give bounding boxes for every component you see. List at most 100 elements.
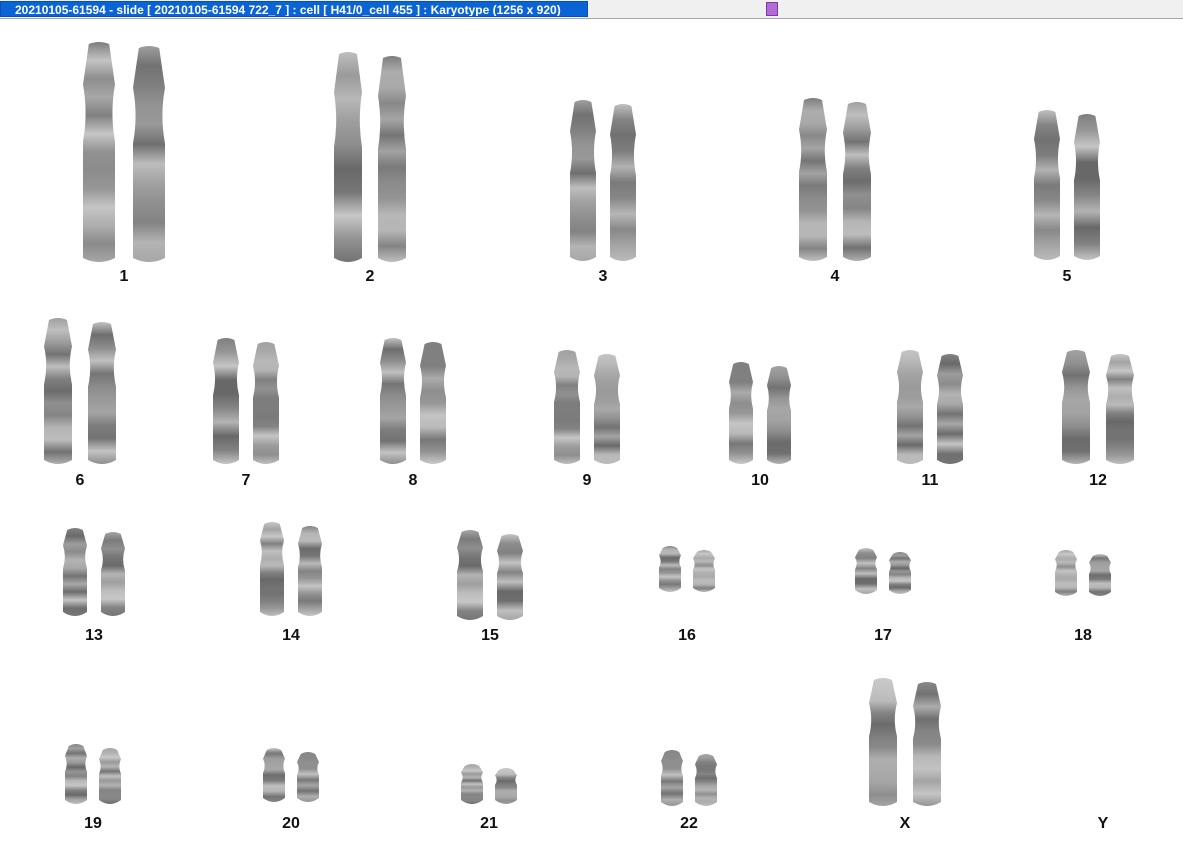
chromosome-16-a-body	[658, 546, 681, 592]
chromosome-10-a-body	[729, 362, 754, 464]
chromosome-6-a-body	[44, 318, 73, 464]
chromosome-14-b[interactable]	[297, 526, 323, 618]
chromosome-label-4: 4	[830, 268, 840, 285]
chromosome-10-b-body	[766, 366, 791, 464]
chromosome-11-b-body	[937, 354, 964, 464]
chromosome-4-a-body	[799, 98, 828, 261]
chromosome-label-22: 22	[680, 815, 698, 832]
chromosome-12-b[interactable]	[1105, 354, 1135, 466]
chromosome-16-a[interactable]	[658, 546, 682, 594]
chromosome-12-a-body	[1062, 350, 1091, 464]
chromosome-17-a[interactable]	[854, 548, 878, 596]
chromosome-8-b-body	[420, 342, 447, 464]
chromosome-18-a[interactable]	[1054, 550, 1078, 598]
chromosome-9-a[interactable]	[553, 350, 581, 466]
chromosome-13-a[interactable]	[62, 528, 88, 618]
chromosome-9-a-body	[553, 350, 580, 464]
chromosome-label-19: 19	[84, 815, 102, 832]
chromosome-6-b-body	[87, 322, 116, 464]
chromosome-13-b[interactable]	[100, 532, 126, 618]
chromosome-label-1: 1	[119, 268, 129, 285]
chromosome-label-6: 6	[75, 472, 85, 489]
chromosome-13-b-body	[100, 532, 125, 616]
chromosome-16-b[interactable]	[692, 550, 716, 594]
chromosome-label-12: 12	[1089, 472, 1107, 489]
window-titlebar[interactable]: 20210105-61594 - slide [ 20210105-61594 …	[0, 0, 1183, 19]
chromosome-22-b[interactable]	[694, 754, 718, 808]
chromosome-7-b-body	[253, 342, 280, 464]
chromosome-8-a[interactable]	[379, 338, 407, 466]
chromosome-label-11: 11	[921, 472, 939, 489]
chromosome-2-b[interactable]	[377, 56, 407, 264]
chromosome-label-15: 15	[481, 627, 499, 644]
chromosome-11-b[interactable]	[936, 354, 964, 466]
chromosome-1-b-body	[132, 46, 165, 262]
chromosome-label-16: 16	[678, 627, 696, 644]
chromosome-15-b-body	[497, 534, 524, 620]
chromosome-X-b-body	[912, 682, 941, 806]
chromosome-22-a[interactable]	[660, 750, 684, 808]
chromosome-4-a[interactable]	[798, 98, 828, 263]
chromosome-5-a-body	[1033, 110, 1060, 260]
chromosome-19-b-body	[99, 748, 122, 804]
chromosome-7-b[interactable]	[252, 342, 280, 466]
chromosome-11-a-body	[896, 350, 923, 464]
chromosome-label-3: 3	[598, 268, 608, 285]
chromosome-6-b[interactable]	[87, 322, 117, 466]
chromosome-14-a[interactable]	[259, 522, 285, 618]
chromosome-22-b-body	[695, 754, 718, 806]
chromosome-1-b[interactable]	[132, 46, 166, 264]
chromosome-4-b-body	[842, 102, 871, 261]
chromosome-label-14: 14	[282, 627, 300, 644]
chromosome-18-a-body	[1054, 550, 1077, 596]
chromosome-11-a[interactable]	[896, 350, 924, 466]
chromosome-5-a[interactable]	[1033, 110, 1061, 262]
chromosome-label-9: 9	[582, 472, 592, 489]
chromosome-20-b[interactable]	[296, 752, 320, 804]
chromosome-3-a-body	[569, 100, 596, 261]
chromosome-label-10: 10	[751, 472, 769, 489]
chromosome-15-a[interactable]	[456, 530, 484, 622]
window-title: 20210105-61594 - slide [ 20210105-61594 …	[0, 1, 588, 17]
chromosome-22-a-body	[660, 750, 683, 806]
chromosome-X-b[interactable]	[912, 682, 942, 808]
chromosome-17-a-body	[854, 548, 877, 594]
chromosome-12-a[interactable]	[1061, 350, 1091, 466]
chromosome-7-a-body	[212, 338, 239, 464]
chromosome-2-b-body	[377, 56, 406, 262]
chromosome-21-b[interactable]	[494, 768, 518, 806]
chromosome-20-a[interactable]	[262, 748, 286, 804]
chromosome-4-b[interactable]	[842, 102, 872, 263]
chromosome-9-b[interactable]	[593, 354, 621, 466]
chromosome-15-b[interactable]	[496, 534, 524, 622]
chromosome-3-b-body	[610, 104, 637, 261]
chromosome-17-b[interactable]	[888, 552, 912, 596]
chromosome-20-a-body	[262, 748, 285, 802]
chromosome-20-b-body	[297, 752, 320, 802]
chromosome-5-b[interactable]	[1073, 114, 1101, 262]
chromosome-label-18: 18	[1074, 627, 1092, 644]
chromosome-8-b[interactable]	[419, 342, 447, 466]
chromosome-3-b[interactable]	[609, 104, 637, 263]
chromosome-7-a[interactable]	[212, 338, 240, 466]
chromosome-19-a-body	[64, 744, 87, 804]
chromosome-2-a[interactable]	[333, 52, 363, 264]
chromosome-14-a-body	[260, 522, 285, 616]
chromosome-14-b-body	[297, 526, 322, 616]
chromosome-1-a[interactable]	[82, 42, 116, 264]
chromosome-18-b[interactable]	[1088, 554, 1112, 598]
chromosome-label-21: 21	[480, 815, 498, 832]
chromosome-10-a[interactable]	[728, 362, 754, 466]
chromosome-21-a[interactable]	[460, 764, 484, 806]
chromosome-2-a-body	[334, 52, 363, 262]
resize-handle[interactable]	[766, 2, 778, 16]
chromosome-3-a[interactable]	[569, 100, 597, 263]
chromosome-19-a[interactable]	[64, 744, 88, 806]
chromosome-10-b[interactable]	[766, 366, 792, 466]
chromosome-label-Y: Y	[1097, 815, 1109, 832]
chromosome-19-b[interactable]	[98, 748, 122, 806]
chromosome-label-13: 13	[85, 627, 103, 644]
chromosome-21-a-body	[460, 764, 483, 804]
chromosome-X-a[interactable]	[868, 678, 898, 808]
chromosome-6-a[interactable]	[43, 318, 73, 466]
